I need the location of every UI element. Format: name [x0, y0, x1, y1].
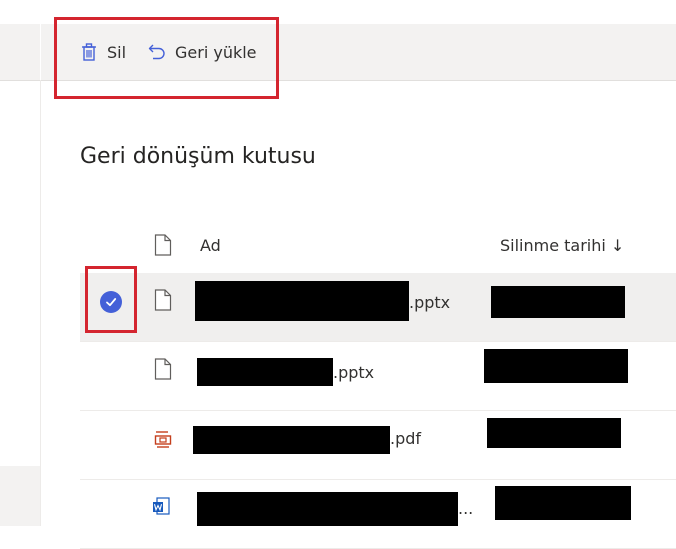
- page-title: Geri dönüşüm kutusu: [80, 144, 316, 169]
- command-bar: Sil Geri yükle: [41, 24, 676, 81]
- redacted-date: [495, 486, 631, 520]
- left-nav-footer-strip: [0, 466, 40, 526]
- file-icon: [154, 358, 172, 380]
- row-checkbox[interactable]: [100, 291, 122, 313]
- redacted-date: [487, 418, 621, 448]
- redacted-date: [491, 286, 625, 318]
- column-header-deleted-date[interactable]: Silinme tarihi ↓: [500, 236, 624, 255]
- restore-button[interactable]: Geri yükle: [147, 24, 257, 80]
- panel-divider: [40, 80, 41, 526]
- file-extension[interactable]: .pdf: [390, 429, 421, 448]
- trash-icon: [82, 43, 96, 61]
- file-extension[interactable]: .pptx: [333, 363, 374, 382]
- table-row[interactable]: .pdf: [80, 411, 676, 480]
- left-nav-header-strip: [0, 24, 40, 81]
- redacted-date: [484, 349, 628, 383]
- file-icon: [154, 289, 172, 311]
- column-header-name[interactable]: Ad: [200, 236, 221, 255]
- redacted-filename: [193, 426, 390, 454]
- redacted-filename: [195, 281, 409, 321]
- file-extension-ellipsis[interactable]: ...: [458, 499, 473, 518]
- undo-icon: [148, 44, 165, 60]
- table-row[interactable]: .pptx: [80, 342, 676, 411]
- delete-label: Sil: [107, 42, 127, 62]
- delete-button[interactable]: Sil: [79, 24, 126, 80]
- redacted-filename: [197, 492, 458, 526]
- table-header: Ad Silinme tarihi ↓: [80, 222, 676, 268]
- pdf-file-icon: [154, 431, 172, 448]
- checkmark-icon: [106, 298, 117, 307]
- file-type-header-icon: [154, 234, 172, 256]
- redacted-filename: [197, 358, 333, 386]
- restore-label: Geri yükle: [175, 42, 257, 62]
- table-row[interactable]: .pptx: [80, 273, 676, 342]
- file-extension[interactable]: .pptx: [409, 293, 450, 312]
- word-file-icon: [153, 497, 170, 515]
- table-row[interactable]: ...: [80, 480, 676, 549]
